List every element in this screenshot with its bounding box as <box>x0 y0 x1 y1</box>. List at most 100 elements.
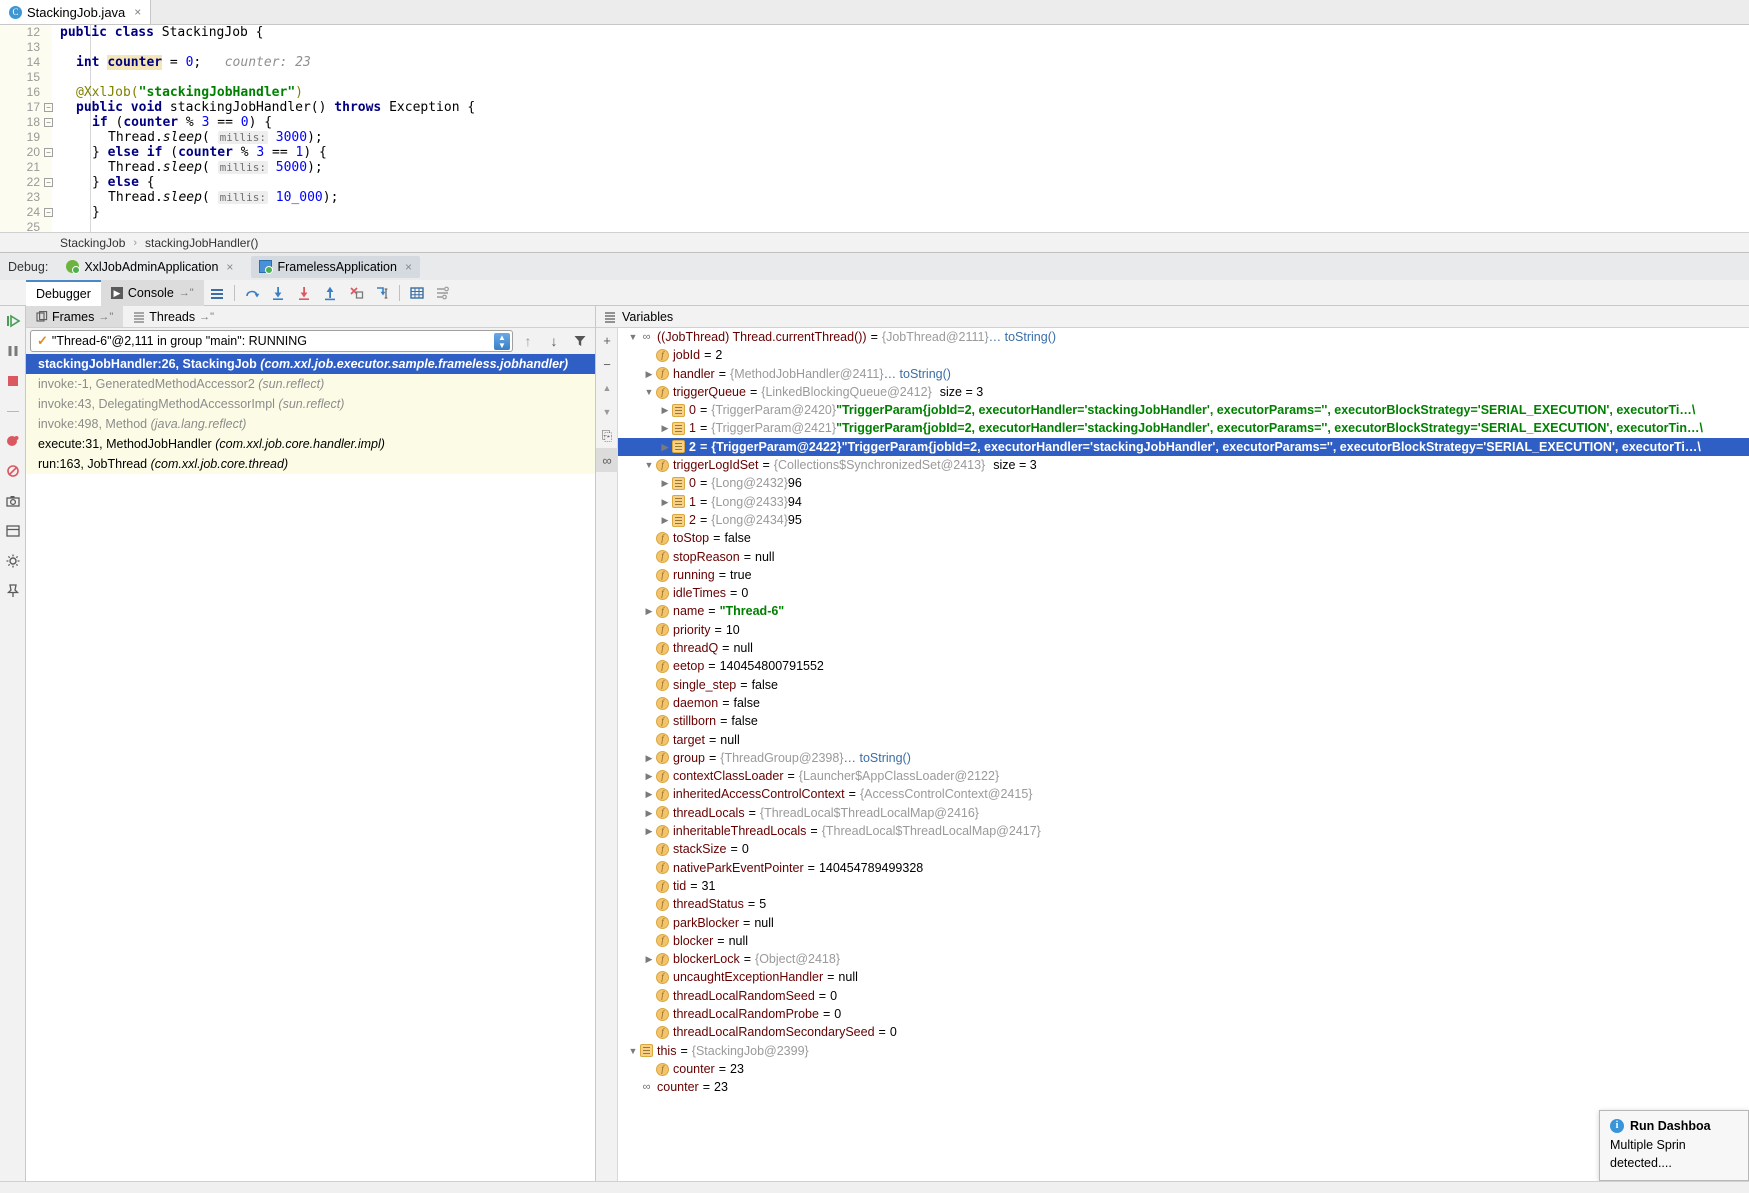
frames-list[interactable]: stackingJobHandler:26, StackingJob (com.… <box>26 354 595 1193</box>
variable-row[interactable]: ▼ f triggerLogIdSet = {Collections$Synchroni… <box>618 456 1749 474</box>
settings-button[interactable] <box>0 546 26 576</box>
variable-row[interactable]: ∞ counter = 23 <box>618 1078 1749 1096</box>
expand-arrow-icon[interactable]: ▶ <box>658 438 672 456</box>
pin-button[interactable] <box>0 576 26 606</box>
expand-arrow-icon[interactable]: ▶ <box>642 365 656 383</box>
view-breakpoints-button[interactable] <box>0 426 26 456</box>
code-line-14[interactable]: 14 int counter = 0; counter: 23 <box>0 55 1749 70</box>
variable-row[interactable]: ▼ ∞ ((JobThread) Thread.currentThread()) ={… <box>618 328 1749 346</box>
move-down-button[interactable]: ↓ <box>543 330 565 352</box>
variable-row[interactable]: ▶ f threadLocals = {ThreadLocal$ThreadLocalM… <box>618 804 1749 822</box>
variable-row[interactable]: f stillborn = false <box>618 712 1749 730</box>
code-line-24[interactable]: 24−} <box>0 205 1749 220</box>
variable-row[interactable]: ▼ this = {StackingJob@2399} <box>618 1042 1749 1060</box>
variable-row[interactable]: ▶ f inheritedAccessControlContext = {AccessC… <box>618 785 1749 803</box>
fold-toggle-icon[interactable]: − <box>44 208 53 217</box>
variable-row[interactable]: f threadStatus = 5 <box>618 895 1749 913</box>
expand-arrow-icon[interactable]: ▶ <box>642 804 656 822</box>
close-icon[interactable]: × <box>134 5 141 19</box>
variable-row[interactable]: ▶ f group = {ThreadGroup@2398} … toString() <box>618 749 1749 767</box>
expand-arrow-icon[interactable]: ▶ <box>658 493 672 511</box>
fold-toggle-icon[interactable]: − <box>44 178 53 187</box>
editor-tab-stackingjob[interactable]: C StackingJob.java × <box>0 0 152 24</box>
copy-value-button[interactable]: ⎘ <box>596 424 618 448</box>
variable-row[interactable]: f eetop = 140454800791552 <box>618 657 1749 675</box>
resume-program-button[interactable] <box>0 306 26 336</box>
expand-arrow-icon[interactable]: ▶ <box>658 511 672 529</box>
code-line-17[interactable]: 17− public void stackingJobHandler() thro… <box>0 100 1749 115</box>
mute-breakpoints-button[interactable] <box>0 456 26 486</box>
variable-row[interactable]: ▶ 2 = {TriggerParam@2422} "TriggerParam{job… <box>618 437 1749 457</box>
tostring-link[interactable]: … toString() <box>884 365 951 383</box>
code-line-16[interactable]: 16 @XxlJob("stackingJobHandler") <box>0 85 1749 100</box>
variable-row[interactable]: f blocker = null <box>618 932 1749 950</box>
breadcrumb-item-method[interactable]: stackingJobHandler() <box>145 236 258 250</box>
tab-debugger[interactable]: Debugger <box>26 279 101 306</box>
variable-row[interactable]: ▶ 0 = {Long@2432} 96 <box>618 474 1749 492</box>
expand-arrow-icon[interactable]: ▶ <box>658 474 672 492</box>
thread-selector[interactable]: ✓ "Thread-6"@2,111 in group "main": RUNN… <box>30 330 513 352</box>
variable-row[interactable]: ▶ f inheritableThreadLocals = {ThreadLocal$T… <box>618 822 1749 840</box>
collapse-arrow-icon[interactable]: ▼ <box>626 328 640 346</box>
tostring-link[interactable]: … toString() <box>844 749 911 767</box>
variable-row[interactable]: ▶ 1 = {TriggerParam@2421} "TriggerParam{job… <box>618 419 1749 437</box>
variable-row[interactable]: ▶ 0 = {TriggerParam@2420} "TriggerParam{job… <box>618 401 1749 419</box>
variable-row[interactable]: f idleTimes = 0 <box>618 584 1749 602</box>
frame-row[interactable]: invoke:43, DelegatingMethodAccessorImpl … <box>26 394 595 414</box>
run-to-cursor-button[interactable] <box>369 281 395 305</box>
variable-row[interactable]: f threadLocalRandomProbe = 0 <box>618 1005 1749 1023</box>
run-tab-xxljobadminapplication[interactable]: XxlJobAdminApplication × <box>58 256 241 278</box>
expand-arrow-icon[interactable]: ▶ <box>658 401 672 419</box>
expand-arrow-icon[interactable]: ▶ <box>642 785 656 803</box>
variable-row[interactable]: f stopReason = null <box>618 548 1749 566</box>
pin-icon[interactable]: →" <box>179 287 194 299</box>
step-out-button[interactable] <box>317 281 343 305</box>
variable-row[interactable]: f single_step = false <box>618 676 1749 694</box>
inline-watches-button[interactable]: ∞ <box>596 448 618 472</box>
force-step-into-button[interactable] <box>291 281 317 305</box>
evaluate-expression-button[interactable] <box>404 281 430 305</box>
code-line-15[interactable]: 15 <box>0 70 1749 85</box>
run-tab-framelessapplication[interactable]: FramelessApplication × <box>251 255 420 278</box>
variable-row[interactable]: f tid = 31 <box>618 877 1749 895</box>
variable-row[interactable]: f daemon = false <box>618 694 1749 712</box>
frame-row[interactable]: run:163, JobThread (com.xxl.job.core.thr… <box>26 454 595 474</box>
collapse-arrow-icon[interactable]: ▼ <box>642 383 656 401</box>
move-watch-down-button[interactable]: ▼ <box>596 400 618 424</box>
filter-button[interactable] <box>569 330 591 352</box>
frame-row[interactable]: stackingJobHandler:26, StackingJob (com.… <box>26 354 595 374</box>
close-icon[interactable]: × <box>405 260 412 274</box>
variable-row[interactable]: f counter = 23 <box>618 1060 1749 1078</box>
code-line-21[interactable]: 21 Thread.sleep( millis: 5000); <box>0 160 1749 175</box>
expand-arrow-icon[interactable]: ▶ <box>642 822 656 840</box>
code-line-19[interactable]: 19 Thread.sleep( millis: 3000); <box>0 130 1749 145</box>
expand-arrow-icon[interactable]: ▶ <box>658 419 672 437</box>
fold-toggle-icon[interactable]: − <box>44 118 53 127</box>
variable-row[interactable]: f toStop = false <box>618 529 1749 547</box>
tostring-link[interactable]: … toString() <box>989 328 1056 346</box>
breadcrumb-item-class[interactable]: StackingJob <box>60 236 125 250</box>
close-icon[interactable]: × <box>226 260 233 274</box>
layout-button[interactable] <box>0 516 26 546</box>
move-watch-up-button[interactable]: ▲ <box>596 376 618 400</box>
code-line-22[interactable]: 22−} else { <box>0 175 1749 190</box>
frame-row[interactable]: invoke:-1, GeneratedMethodAccessor2 (sun… <box>26 374 595 394</box>
camera-button[interactable] <box>0 486 26 516</box>
code-line-13[interactable]: 13 <box>0 40 1749 55</box>
expand-arrow-icon[interactable]: ▶ <box>642 749 656 767</box>
code-line-18[interactable]: 18− if (counter % 3 == 0) { <box>0 115 1749 130</box>
variable-row[interactable]: f target = null <box>618 731 1749 749</box>
frame-row[interactable]: invoke:498, Method (java.lang.reflect) <box>26 414 595 434</box>
move-up-button[interactable]: ↑ <box>517 330 539 352</box>
code-line-20[interactable]: 20−} else if (counter % 3 == 1) { <box>0 145 1749 160</box>
variable-row[interactable]: f priority = 10 <box>618 621 1749 639</box>
fold-toggle-icon[interactable]: − <box>44 103 53 112</box>
variable-row[interactable]: f threadQ = null <box>618 639 1749 657</box>
variable-row[interactable]: ▶ 2 = {Long@2434} 95 <box>618 511 1749 529</box>
frame-row[interactable]: execute:31, MethodJobHandler (com.xxl.jo… <box>26 434 595 454</box>
variable-row[interactable]: f running = true <box>618 566 1749 584</box>
variable-row[interactable]: ▶ f contextClassLoader = {Launcher$AppClassL… <box>618 767 1749 785</box>
collapse-arrow-icon[interactable]: ▼ <box>642 456 656 474</box>
notification-popup[interactable]: i Run Dashboa Multiple Sprin detected...… <box>1599 1109 1749 1181</box>
variable-row[interactable]: f jobId = 2 <box>618 346 1749 364</box>
